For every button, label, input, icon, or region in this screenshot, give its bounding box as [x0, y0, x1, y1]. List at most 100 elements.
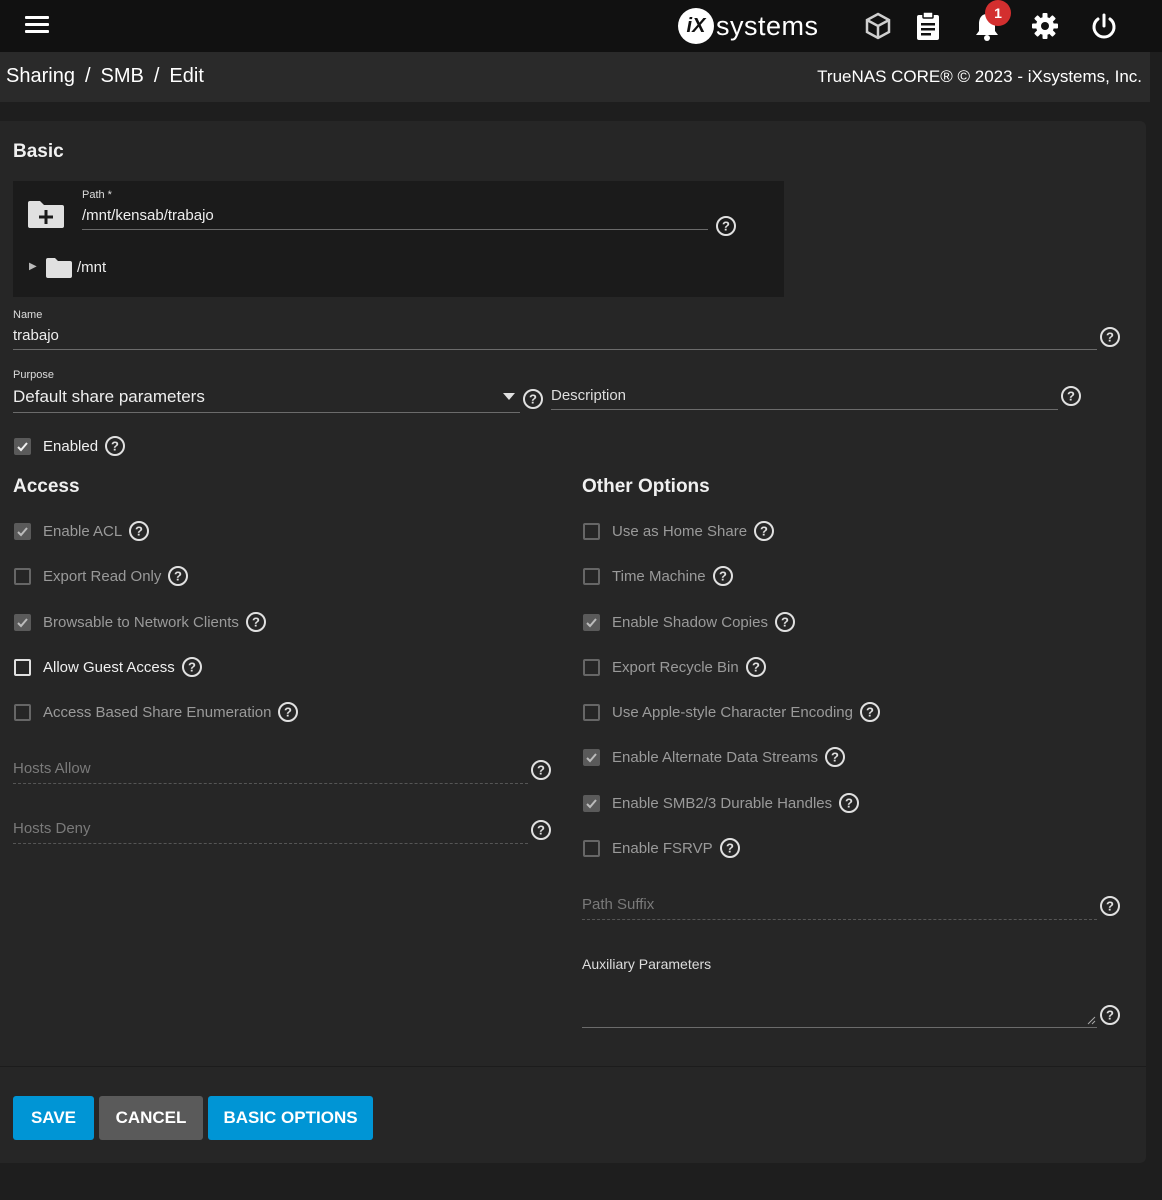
help-icon[interactable]: ?	[1099, 326, 1121, 348]
resize-handle-icon[interactable]	[1087, 1016, 1096, 1025]
svg-text:?: ?	[845, 796, 853, 811]
tree-expand-icon[interactable]: ▶	[29, 261, 37, 272]
breadcrumb: Sharing / SMB / Edit	[6, 65, 204, 88]
help-icon[interactable]: ?	[181, 656, 203, 678]
svg-text:?: ?	[537, 823, 545, 838]
fsrvp-option: Enable FSRVP ?	[583, 836, 741, 860]
description-input[interactable]: Description	[551, 387, 626, 404]
svg-text:?: ?	[719, 569, 727, 584]
browsable-checkbox[interactable]	[14, 613, 31, 631]
alt-data-streams-label: Enable Alternate Data Streams	[612, 748, 818, 766]
svg-text:?: ?	[529, 392, 537, 407]
cancel-button[interactable]: CANCEL	[99, 1096, 203, 1140]
home-share-checkbox[interactable]	[583, 522, 600, 540]
hosts-allow-underline	[13, 783, 528, 784]
clipboard-icon[interactable]	[911, 9, 945, 43]
export-read-only-option: Export Read Only ?	[14, 564, 189, 588]
durable-handles-checkbox[interactable]	[583, 794, 600, 812]
help-icon[interactable]: ?	[530, 819, 552, 841]
hosts-deny-underline	[13, 843, 528, 844]
hosts-deny-input[interactable]: Hosts Deny	[13, 820, 91, 837]
breadcrumb-edit: Edit	[169, 65, 204, 87]
svg-text:?: ?	[760, 524, 768, 539]
aux-params-label: Auxiliary Parameters	[582, 956, 712, 972]
help-icon[interactable]: ?	[530, 759, 552, 781]
browsable-option: Browsable to Network Clients ?	[14, 610, 267, 634]
help-icon[interactable]: ?	[824, 746, 846, 768]
copyright-text: TrueNAS CORE® © 2023 - iXsystems, Inc.	[817, 67, 1142, 86]
help-icon[interactable]: ?	[753, 520, 775, 542]
apple-encoding-checkbox[interactable]	[583, 703, 600, 721]
breadcrumb-sharing[interactable]: Sharing	[6, 65, 75, 88]
enabled-checkbox[interactable]	[14, 437, 31, 455]
purpose-select[interactable]: Default share parameters	[13, 387, 205, 407]
basic-options-button[interactable]: BASIC OPTIONS	[208, 1096, 373, 1140]
help-icon[interactable]: ?	[245, 611, 267, 633]
help-icon[interactable]: ?	[719, 837, 741, 859]
fsrvp-label: Enable FSRVP	[612, 839, 713, 857]
home-share-label: Use as Home Share	[612, 522, 748, 540]
time-machine-option: Time Machine ?	[583, 564, 734, 588]
time-machine-checkbox[interactable]	[583, 567, 600, 585]
svg-text:?: ?	[537, 763, 545, 778]
actions-divider	[0, 1066, 1146, 1067]
svg-text:?: ?	[722, 219, 730, 234]
menu-icon[interactable]	[24, 12, 52, 40]
name-underline	[13, 349, 1097, 350]
truecommand-icon[interactable]	[861, 9, 895, 43]
help-icon[interactable]: ?	[838, 792, 860, 814]
add-folder-icon[interactable]	[27, 199, 65, 229]
help-icon[interactable]: ?	[859, 701, 881, 723]
abse-checkbox[interactable]	[14, 703, 31, 721]
svg-text:?: ?	[1106, 330, 1114, 345]
apple-encoding-label: Use Apple-style Character Encoding	[612, 703, 853, 721]
breadcrumb-separator: /	[153, 65, 160, 87]
durable-handles-option: Enable SMB2/3 Durable Handles ?	[583, 791, 860, 815]
path-suffix-input[interactable]: Path Suffix	[582, 896, 654, 913]
help-icon[interactable]: ?	[1060, 385, 1082, 407]
alt-data-streams-checkbox[interactable]	[583, 748, 600, 766]
svg-text:?: ?	[752, 660, 760, 675]
browsable-label: Browsable to Network Clients	[43, 613, 239, 631]
aux-params-underline	[582, 1027, 1097, 1028]
help-icon[interactable]: ?	[774, 611, 796, 633]
hosts-allow-input[interactable]: Hosts Allow	[13, 760, 91, 777]
scrollbar[interactable]	[1150, 52, 1162, 104]
section-title-other-options: Other Options	[582, 476, 710, 497]
name-input[interactable]: trabajo	[13, 327, 59, 344]
help-icon[interactable]: ?	[1099, 895, 1121, 917]
breadcrumb-smb[interactable]: SMB	[101, 65, 144, 88]
aux-params-textarea[interactable]	[582, 981, 1097, 1026]
time-machine-label: Time Machine	[612, 567, 706, 585]
help-icon[interactable]: ?	[745, 656, 767, 678]
export-read-only-checkbox[interactable]	[14, 567, 31, 585]
gear-icon[interactable]	[1028, 9, 1062, 43]
help-icon[interactable]: ?	[128, 520, 150, 542]
svg-text:?: ?	[1106, 899, 1114, 914]
fsrvp-checkbox[interactable]	[583, 839, 600, 857]
power-icon[interactable]	[1087, 9, 1121, 43]
svg-text:?: ?	[781, 615, 789, 630]
durable-handles-label: Enable SMB2/3 Durable Handles	[612, 794, 833, 812]
help-icon[interactable]: ?	[167, 565, 189, 587]
help-icon[interactable]: ?	[715, 215, 737, 237]
help-icon[interactable]: ?	[522, 388, 544, 410]
breadcrumb-bar: Sharing / SMB / Edit TrueNAS CORE® © 202…	[0, 52, 1150, 102]
help-icon[interactable]: ?	[277, 701, 299, 723]
save-button[interactable]: SAVE	[13, 1096, 94, 1140]
recycle-bin-option: Export Recycle Bin ?	[583, 655, 767, 679]
help-icon[interactable]: ?	[712, 565, 734, 587]
shadow-copies-checkbox[interactable]	[583, 613, 600, 631]
breadcrumb-separator: /	[84, 65, 91, 87]
folder-icon	[46, 258, 72, 278]
shadow-copies-label: Enable Shadow Copies	[612, 613, 768, 631]
guest-access-checkbox[interactable]	[14, 658, 31, 676]
help-icon[interactable]: ?	[104, 435, 126, 457]
purpose-label: Purpose	[13, 369, 54, 381]
path-input[interactable]: /mnt/kensab/trabajo	[82, 207, 214, 224]
dropdown-arrow-icon[interactable]	[503, 393, 515, 401]
enable-acl-checkbox[interactable]	[14, 522, 31, 540]
help-icon[interactable]: ?	[1099, 1004, 1121, 1026]
recycle-bin-checkbox[interactable]	[583, 658, 600, 676]
tree-node-mnt[interactable]: /mnt	[77, 259, 106, 276]
